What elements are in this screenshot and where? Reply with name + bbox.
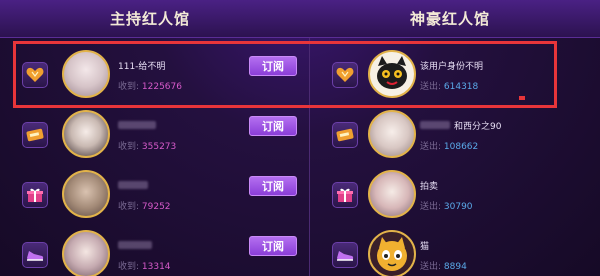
rich-name[interactable]: 拍卖: [420, 179, 438, 192]
blurred-name: [118, 241, 152, 249]
red-marker: [519, 96, 525, 100]
blurred-name: [118, 181, 148, 189]
sent-value: 8894: [443, 262, 467, 272]
shoe-icon: [332, 242, 358, 268]
received-stat: 收到: 13314: [118, 262, 171, 272]
gift-icon: [332, 182, 358, 208]
sent-stat: 送出: 108662: [420, 142, 479, 152]
sent-value: 30790: [443, 202, 473, 212]
highlight-box: [13, 41, 557, 108]
ticket-icon: [332, 122, 358, 148]
rich-row[interactable]: 拍卖 送出: 30790: [310, 166, 600, 224]
received-value: 79252: [141, 202, 171, 212]
received-value: 355273: [141, 142, 177, 152]
rich-row[interactable]: 和西分之90 送出: 108662: [310, 106, 600, 164]
ranking-panel: 主持红人馆 神豪红人馆 111-给不明 收到: 1225676 订阅 收到: 3…: [0, 0, 600, 276]
rich-avatar[interactable]: [368, 170, 416, 218]
host-row[interactable]: 收到: 355273 订阅: [0, 106, 308, 164]
received-stat: 收到: 79252: [118, 202, 171, 212]
rich-avatar[interactable]: [368, 110, 416, 158]
host-row[interactable]: 收到: 13314 订阅: [0, 226, 308, 276]
received-value: 13314: [141, 262, 171, 272]
host-avatar[interactable]: [62, 110, 110, 158]
sent-stat: 送出: 30790: [420, 202, 473, 212]
blurred-name: [118, 121, 156, 129]
subscribe-button[interactable]: 订阅: [249, 176, 297, 196]
sent-value: 108662: [443, 142, 479, 152]
ticket-icon: [22, 122, 48, 148]
host-avatar[interactable]: [62, 230, 110, 276]
rich-ranking-title[interactable]: 神豪红人馆: [300, 8, 600, 29]
shoe-icon: [22, 242, 48, 268]
gift-icon: [22, 182, 48, 208]
rich-name[interactable]: 猫: [420, 239, 429, 252]
rich-avatar[interactable]: [368, 230, 416, 276]
rich-name[interactable]: 和西分之90: [454, 119, 501, 132]
blurred-name: [420, 121, 450, 129]
subscribe-button[interactable]: 订阅: [249, 236, 297, 256]
host-ranking-title[interactable]: 主持红人馆: [0, 8, 300, 29]
received-stat: 收到: 355273: [118, 142, 177, 152]
host-row[interactable]: 收到: 79252 订阅: [0, 166, 308, 224]
sent-stat: 送出: 8894: [420, 262, 467, 272]
header-bar: 主持红人馆 神豪红人馆: [0, 0, 600, 38]
rich-row[interactable]: 猫 送出: 8894: [310, 226, 600, 276]
subscribe-button[interactable]: 订阅: [249, 116, 297, 136]
host-avatar[interactable]: [62, 170, 110, 218]
